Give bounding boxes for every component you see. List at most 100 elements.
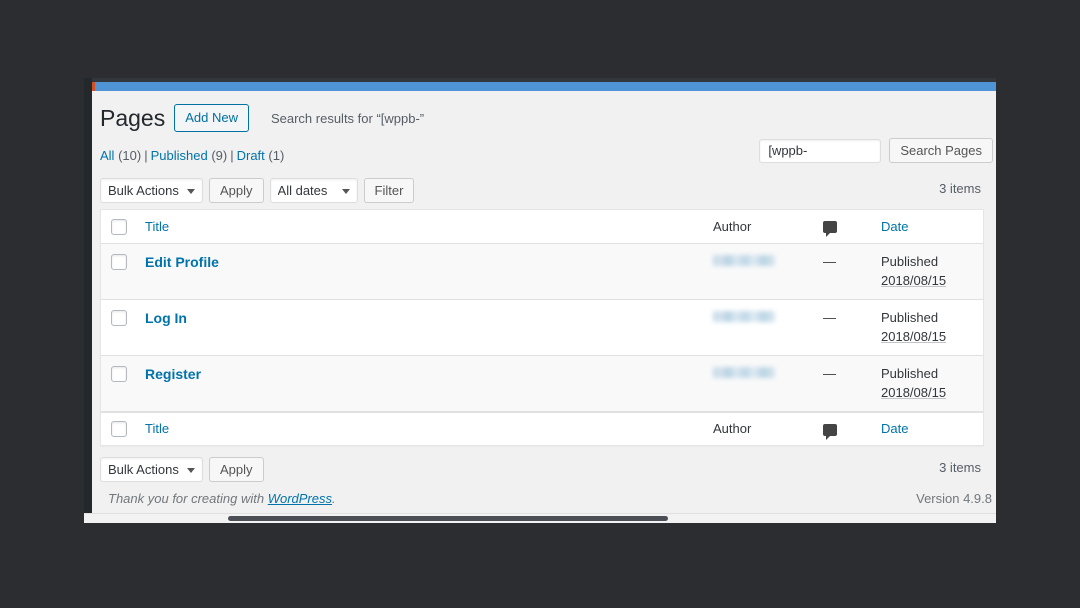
filter-count-published: (9) [211, 148, 227, 163]
row-date-cell: Published 2018/08/15 [871, 356, 983, 412]
row-title-cell: Register [135, 356, 703, 412]
table-row: Edit Profile — Published 2018/08/15 [101, 244, 983, 300]
bulk-actions-select-top[interactable]: Bulk Actions [100, 178, 203, 203]
page-header: Pages Add New Search results for “[wppb-… [100, 101, 984, 135]
table-body: Edit Profile — Published 2018/08/15 [101, 244, 983, 412]
wordpress-link[interactable]: WordPress [268, 491, 332, 506]
admin-footer: Thank you for creating with WordPress. V… [100, 490, 996, 506]
row-date-value: 2018/08/15 [881, 383, 973, 403]
sort-title-link-bottom[interactable]: Title [145, 421, 169, 436]
author-name-redacted [713, 367, 775, 378]
row-checkbox-cell [101, 244, 135, 300]
dates-select-wrap: All dates [270, 178, 358, 203]
table-foot: Title Author Date [101, 412, 983, 446]
apply-button-top[interactable]: Apply [209, 178, 264, 203]
sort-title-link-top[interactable]: Title [145, 219, 169, 234]
footer-row: Thank you for creating with WordPress. V… [108, 491, 992, 506]
row-date-value: 2018/08/15 [881, 271, 973, 291]
filter-count-draft: (1) [268, 148, 284, 163]
row-date-status: Published [881, 254, 938, 269]
displaying-num-top: 3 items [939, 181, 981, 196]
add-new-button[interactable]: Add New [174, 104, 249, 131]
page-title: Pages [100, 104, 174, 133]
comment-bubble-icon [823, 221, 837, 233]
browser-viewport: Pages Add New Search results for “[wppb-… [84, 78, 996, 519]
row-select-checkbox[interactable] [111, 254, 127, 270]
page-title-link[interactable]: Log In [145, 310, 187, 326]
row-select-checkbox[interactable] [111, 310, 127, 326]
pages-wrap: Pages Add New Search results for “[wppb-… [92, 91, 996, 519]
screen-root: Pages Add New Search results for “[wppb-… [0, 0, 1080, 608]
filter-link-all[interactable]: All [100, 148, 114, 163]
select-all-checkbox-bottom[interactable] [111, 421, 127, 437]
row-date-cell: Published 2018/08/15 [871, 244, 983, 300]
load-progress-blue-segment [95, 82, 996, 91]
pages-list-table: Title Author Date [100, 209, 984, 446]
sort-date-link-top[interactable]: Date [881, 219, 908, 234]
row-date-status: Published [881, 366, 938, 381]
filter-button[interactable]: Filter [364, 178, 415, 203]
comment-bubble-icon [823, 424, 837, 436]
filter-link-published[interactable]: Published [151, 148, 208, 163]
row-checkbox-cell [101, 356, 135, 412]
row-comments-cell: — [813, 300, 871, 356]
footer-thanks-prefix: Thank you for creating with [108, 491, 268, 506]
page-title-link[interactable]: Register [145, 366, 201, 382]
tablenav-top: Bulk Actions Apply All dates Filter 3 it… [100, 175, 984, 205]
select-all-header-top [101, 210, 135, 244]
row-author-cell [703, 356, 813, 412]
horizontal-scrollbar[interactable] [84, 513, 996, 523]
author-name-redacted [713, 255, 775, 266]
admin-body: Pages Add New Search results for “[wppb-… [92, 91, 996, 519]
page-title-link[interactable]: Edit Profile [145, 254, 219, 270]
row-date-value: 2018/08/15 [881, 327, 973, 347]
column-header-title-bottom: Title [135, 412, 703, 446]
row-title-cell: Log In [135, 300, 703, 356]
table-footer-row: Title Author Date [101, 412, 983, 446]
search-pages-button[interactable]: Search Pages [889, 138, 993, 163]
column-header-date-top: Date [871, 210, 983, 244]
bulk-actions-select-wrap-bottom: Bulk Actions [100, 457, 203, 482]
table-head: Title Author Date [101, 210, 983, 244]
filter-link-draft-item: Draft (1) [237, 143, 285, 169]
column-header-title-top: Title [135, 210, 703, 244]
select-all-header-bottom [101, 412, 135, 446]
row-comments-cell: — [813, 244, 871, 300]
apply-button-bottom[interactable]: Apply [209, 457, 264, 482]
filter-link-all-item: All (10) [100, 143, 141, 169]
select-all-checkbox-top[interactable] [111, 219, 127, 235]
row-author-cell [703, 300, 813, 356]
row-comments-cell: — [813, 356, 871, 412]
bulk-actions-select-bottom[interactable]: Bulk Actions [100, 457, 203, 482]
page-load-progress-bar [84, 82, 996, 91]
displaying-num-bottom: 3 items [939, 460, 981, 475]
row-date-status: Published [881, 310, 938, 325]
dates-filter-select[interactable]: All dates [270, 178, 358, 203]
admin-sidebar-edge [84, 78, 92, 519]
author-name-redacted [713, 311, 775, 322]
column-header-comments-bottom [813, 412, 871, 446]
search-input[interactable] [759, 139, 881, 163]
table-row: Log In — Published 2018/08/15 [101, 300, 983, 356]
row-select-checkbox[interactable] [111, 366, 127, 382]
filter-link-draft[interactable]: Draft [237, 148, 265, 163]
row-checkbox-cell [101, 300, 135, 356]
column-header-date-bottom: Date [871, 412, 983, 446]
horizontal-scrollbar-thumb[interactable] [228, 516, 668, 521]
footer-version: Version 4.9.8 [916, 491, 992, 506]
column-header-author-top: Author [703, 210, 813, 244]
row-author-cell [703, 244, 813, 300]
footer-thankyou: Thank you for creating with WordPress. [108, 491, 336, 506]
filter-count-all: (10) [118, 148, 141, 163]
table-row: Register — Published 2018/08/15 [101, 356, 983, 412]
footer-thanks-suffix: . [332, 491, 336, 506]
search-results-subtitle: Search results for “[wppb-” [271, 104, 424, 133]
filter-separator-2: | [227, 143, 236, 169]
row-title-cell: Edit Profile [135, 244, 703, 300]
search-box: Search Pages [759, 138, 993, 163]
filter-link-published-item: Published (9) [151, 143, 228, 169]
sort-date-link-bottom[interactable]: Date [881, 421, 908, 436]
column-header-comments-top [813, 210, 871, 244]
tablenav-bottom: Bulk Actions Apply 3 items [100, 454, 984, 484]
row-date-cell: Published 2018/08/15 [871, 300, 983, 356]
